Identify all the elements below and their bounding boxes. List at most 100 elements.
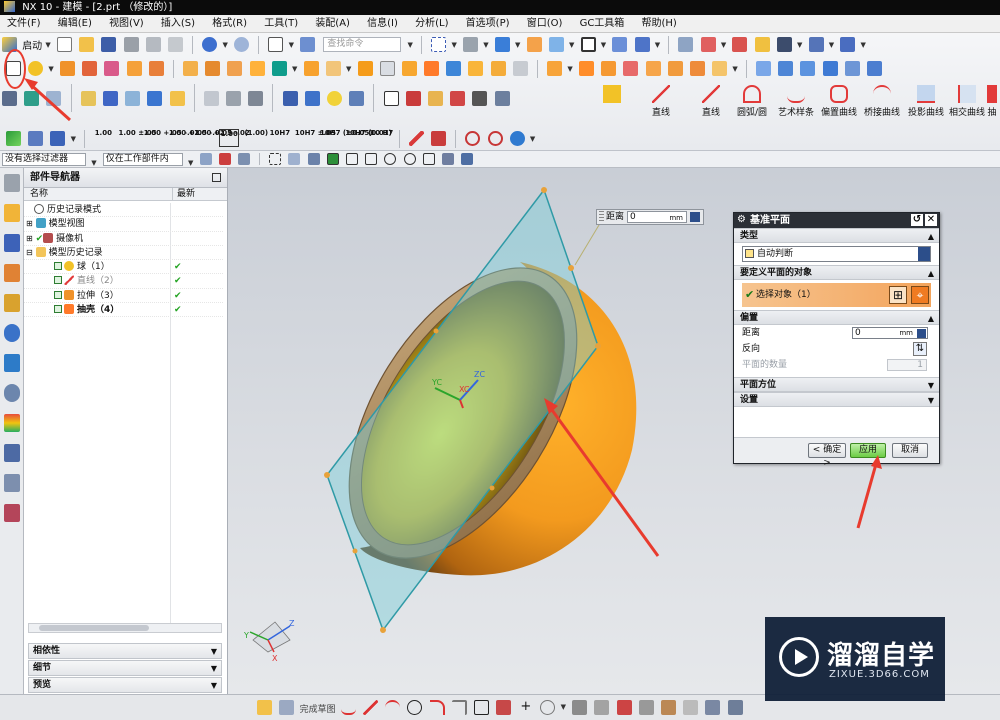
handle-point[interactable] xyxy=(595,343,601,349)
select-object-row[interactable]: ✔ 选择对象（1） ⊞ ⌖ xyxy=(742,283,931,307)
offset-face-icon[interactable] xyxy=(468,61,484,76)
reverse-direction-button[interactable]: ⇅ xyxy=(913,342,927,356)
constraint-icon[interactable] xyxy=(28,131,44,146)
edge-blend-icon[interactable] xyxy=(379,61,395,76)
hole-icon[interactable] xyxy=(104,61,120,76)
chevron-down-icon[interactable]: ▼ xyxy=(45,41,50,49)
plus-icon[interactable]: + xyxy=(518,700,533,715)
no-symbol-icon[interactable] xyxy=(465,131,481,146)
endpoint-snap-icon[interactable] xyxy=(307,153,320,165)
chevron-down-icon[interactable]: ▼ xyxy=(861,41,866,49)
quick-extend-icon[interactable] xyxy=(594,700,610,715)
unit-button-10[interactable]: 10H7 (±0.05) xyxy=(320,129,372,147)
dimension-icon[interactable] xyxy=(727,700,743,715)
handle-point[interactable] xyxy=(568,265,574,271)
expand-icon[interactable]: ⊞ xyxy=(26,219,33,228)
handle-point[interactable] xyxy=(541,187,547,193)
tree-row-model-views[interactable]: ⊞ 模型视图 xyxy=(24,217,223,232)
reuse-library-icon[interactable] xyxy=(3,294,20,312)
extrude-icon[interactable] xyxy=(59,61,75,76)
new-file-icon[interactable] xyxy=(56,37,72,52)
pattern-icon[interactable] xyxy=(547,61,563,76)
unit-button-4[interactable]: 1.00 +.05 -.02 xyxy=(169,129,225,147)
handle-point[interactable] xyxy=(324,472,330,478)
arc-circle-button[interactable]: 圆弧/圆 xyxy=(728,85,776,118)
through-curves-icon[interactable] xyxy=(778,61,794,76)
datum-plane-icon[interactable] xyxy=(6,61,21,76)
save-icon[interactable] xyxy=(101,37,117,52)
shell-icon[interactable] xyxy=(424,61,440,76)
return-icon[interactable] xyxy=(509,131,525,146)
gear-icon[interactable] xyxy=(3,174,20,192)
type-select[interactable]: 自动判断 xyxy=(742,246,931,262)
fit-view-icon[interactable] xyxy=(431,37,447,52)
chevron-down-icon[interactable]: ▼ xyxy=(452,41,457,49)
paste-icon[interactable] xyxy=(167,37,183,52)
redo-icon[interactable] xyxy=(234,37,250,52)
panel-details[interactable]: 细节 ▼ xyxy=(28,660,222,676)
fillet-icon[interactable] xyxy=(429,700,445,715)
chevron-down-icon[interactable]: ▼ xyxy=(346,65,351,73)
scrollbar-thumb[interactable] xyxy=(39,625,149,631)
collapse-icon[interactable]: ⊟ xyxy=(26,248,33,257)
swept-icon[interactable] xyxy=(822,61,838,76)
pencil-icon[interactable] xyxy=(408,131,424,146)
shaded-icon[interactable] xyxy=(463,37,479,52)
expand-icon[interactable]: ⊞ xyxy=(26,234,33,243)
axis-icon[interactable] xyxy=(50,131,66,146)
profile-icon[interactable] xyxy=(340,700,356,715)
tree-row-shell[interactable]: 抽壳（4） ✔ xyxy=(24,303,223,318)
display-icon[interactable] xyxy=(580,37,596,52)
unit-button-1[interactable]: 1.00 xyxy=(93,129,113,147)
mirror-curve-icon[interactable] xyxy=(683,700,699,715)
pmi-gold-button[interactable] xyxy=(588,85,636,105)
menu-assembly[interactable]: 装配(A) xyxy=(308,15,357,33)
unit-button-2[interactable]: 1.00 ±.05 xyxy=(119,129,157,147)
check-mate-icon[interactable] xyxy=(6,131,21,146)
grip-icon[interactable] xyxy=(599,211,604,223)
unit-button-8[interactable]: 10H7 xyxy=(270,129,290,147)
split-body-icon[interactable] xyxy=(357,61,373,76)
ok-button[interactable]: < 确定 > xyxy=(808,443,846,468)
column-latest-header[interactable]: 最新 xyxy=(172,188,224,200)
menu-help[interactable]: 帮助(H) xyxy=(635,15,684,33)
tree-row-cameras[interactable]: ⊞ ✔ 摄像机 xyxy=(24,232,223,246)
move-icon[interactable] xyxy=(548,37,564,52)
chevron-down-icon[interactable]: ▼ xyxy=(292,65,297,73)
snap-on-icon[interactable] xyxy=(326,153,339,165)
view-cube-icon[interactable] xyxy=(494,37,510,52)
line-button-1[interactable]: 直线 xyxy=(637,85,685,118)
distance-input[interactable]: 0 mm xyxy=(852,327,928,339)
history-icon[interactable] xyxy=(3,384,20,402)
bridge-curve-button[interactable]: 桥接曲线 xyxy=(858,85,906,118)
cursor-icon[interactable] xyxy=(237,153,250,165)
section-objects[interactable]: 要定义平面的对象 ▲ xyxy=(734,265,939,280)
mirror-icon[interactable] xyxy=(579,61,594,76)
dropdown-arrow-icon[interactable] xyxy=(918,247,930,261)
sketch-icon[interactable] xyxy=(257,700,273,715)
menu-window[interactable]: 窗口(O) xyxy=(520,15,570,33)
menu-insert[interactable]: 插入(S) xyxy=(154,15,202,33)
manufacturing-icon[interactable] xyxy=(3,474,20,492)
ruler-icon[interactable] xyxy=(840,37,856,52)
filter-icon[interactable] xyxy=(199,153,212,165)
command-finder-icon[interactable] xyxy=(300,37,316,52)
visibility-checkbox[interactable] xyxy=(54,276,62,285)
crosshair-select-button[interactable]: ⌖ xyxy=(911,286,929,304)
filter-icon[interactable] xyxy=(634,37,650,52)
pattern-curve-icon[interactable] xyxy=(660,700,676,715)
quadrant-icon[interactable] xyxy=(403,153,416,165)
horizontal-scrollbar[interactable] xyxy=(28,623,222,633)
slot-icon[interactable] xyxy=(205,61,221,76)
chevron-down-icon[interactable]: ▼ xyxy=(530,135,535,143)
section-offset[interactable]: 偏置 ▲ xyxy=(734,310,939,325)
chevron-down-icon[interactable]: ▼ xyxy=(48,65,53,73)
window-icon[interactable] xyxy=(268,37,284,52)
finish-sketch-label[interactable]: 完成草图 xyxy=(300,702,336,715)
analysis-icon[interactable] xyxy=(754,37,770,52)
face-blend-icon[interactable] xyxy=(867,61,883,76)
select-all-icon[interactable] xyxy=(288,153,301,165)
measure-icon[interactable] xyxy=(732,37,748,52)
arc-icon[interactable] xyxy=(385,700,401,715)
quick-trim-icon[interactable] xyxy=(572,700,588,715)
